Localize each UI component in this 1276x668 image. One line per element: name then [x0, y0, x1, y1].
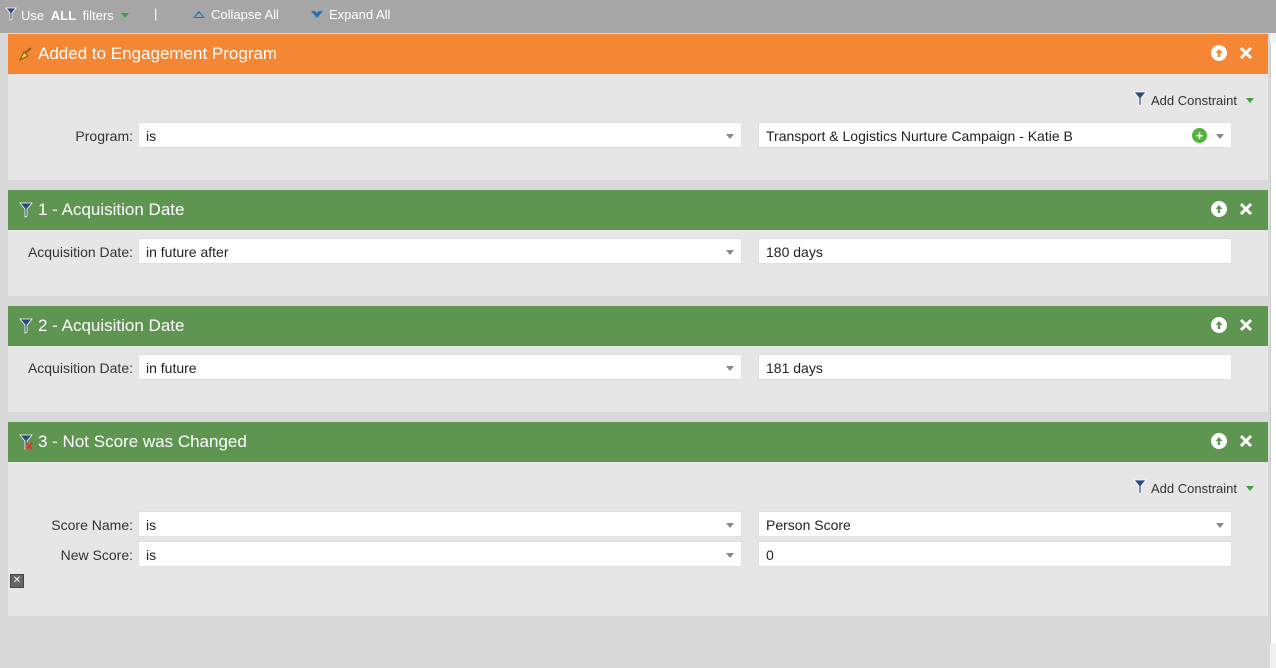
filter-title: 1 - Acquisition Date	[38, 200, 185, 219]
filter-header[interactable]: 2 - Acquisition Date	[8, 306, 1268, 346]
chevron-down-icon	[726, 250, 734, 255]
filter-panel-engagement-program: Added to Engagement Program Add Constrai…	[8, 34, 1268, 180]
add-constraint-label: Add Constraint	[1151, 93, 1237, 108]
remove-filter-button[interactable]	[1238, 201, 1254, 217]
filter-title: 2 - Acquisition Date	[38, 316, 185, 335]
constraint-row: Program: is Transport & Logistics Nurtur…	[8, 122, 1268, 150]
funnel-icon	[1132, 479, 1148, 498]
filter-funnel-icon	[4, 7, 18, 24]
value-text: 181 days	[766, 360, 823, 376]
funnel-icon	[1132, 91, 1148, 110]
value-select[interactable]: Person Score	[758, 511, 1232, 537]
value-text: 0	[766, 547, 774, 563]
constraint-label: Program:	[75, 128, 133, 144]
scrollbar-thumb[interactable]	[1270, 43, 1276, 643]
chevron-down-icon	[726, 553, 734, 558]
chevron-down-icon	[1246, 98, 1254, 103]
constraint-label: New Score:	[60, 547, 133, 563]
operator-value: in future	[146, 360, 197, 376]
remove-filter-button[interactable]	[1238, 433, 1254, 449]
constraint-row: New Score: is 0	[8, 541, 1268, 569]
chevron-down-icon	[1216, 134, 1224, 139]
constraint-row: Acquisition Date: in future 181 days	[8, 354, 1268, 382]
constraint-label: Score Name:	[51, 517, 133, 533]
value-input[interactable]: 0	[758, 541, 1232, 567]
operator-value: is	[146, 547, 157, 563]
move-up-button[interactable]	[1211, 317, 1227, 333]
filter-panel-acquisition-date-2: 2 - Acquisition Date Acquisition Date: i…	[8, 306, 1268, 412]
constraint-row: Acquisition Date: in future after 180 da…	[8, 238, 1268, 266]
trigger-icon	[18, 46, 34, 62]
constraint-label: Acquisition Date:	[27, 360, 133, 376]
operator-select[interactable]: is	[138, 122, 742, 148]
chevron-down-icon	[1246, 486, 1254, 491]
operator-select[interactable]: is	[138, 511, 742, 537]
collapse-icon	[193, 11, 205, 18]
move-up-button[interactable]	[1211, 45, 1227, 61]
remove-filter-button[interactable]	[1238, 317, 1254, 333]
constraint-row: Score Name: is Person Score	[8, 511, 1268, 539]
value-text: Person Score	[766, 517, 851, 533]
constraint-label: Acquisition Date:	[27, 244, 133, 260]
value-input[interactable]: 180 days	[758, 238, 1232, 264]
toolbar-separator: |	[154, 6, 158, 21]
use-all-label: ALL	[50, 8, 77, 23]
filter-header[interactable]: 3 - Not Score was Changed	[8, 422, 1268, 462]
filter-toolbar: Use ALL filters | Collapse All Expand Al…	[0, 0, 1276, 33]
operator-value: is	[146, 128, 157, 144]
operator-value: in future after	[146, 244, 229, 260]
negated-filter-icon	[18, 434, 34, 450]
operator-select[interactable]: in future	[138, 354, 742, 380]
add-constraint-button[interactable]: Add Constraint	[1132, 91, 1254, 110]
remove-filter-button[interactable]	[1238, 45, 1254, 61]
chevron-down-icon	[726, 134, 734, 139]
remove-constraint-icon[interactable]: ✕	[10, 574, 24, 588]
expand-all-button[interactable]: Expand All	[311, 7, 390, 22]
filters-label: filters	[79, 8, 114, 23]
chevron-down-icon	[726, 366, 734, 371]
value-text: Transport & Logistics Nurture Campaign -…	[766, 128, 1073, 144]
filter-header[interactable]: 1 - Acquisition Date	[8, 190, 1268, 230]
use-label: Use	[21, 8, 48, 23]
chevron-down-icon	[1216, 523, 1224, 528]
filter-panel-not-score-changed: 3 - Not Score was Changed Add Constraint…	[8, 422, 1268, 616]
operator-select[interactable]: in future after	[138, 238, 742, 264]
move-up-button[interactable]	[1211, 201, 1227, 217]
filter-header[interactable]: Added to Engagement Program	[8, 34, 1268, 74]
operator-value: is	[146, 517, 157, 533]
move-up-button[interactable]	[1211, 433, 1227, 449]
add-constraint-button[interactable]: Add Constraint	[1132, 479, 1254, 498]
collapse-all-label: Collapse All	[211, 7, 279, 22]
add-value-icon[interactable]: +	[1192, 128, 1207, 143]
chevron-down-icon	[120, 13, 129, 18]
filter-title: 3 - Not Score was Changed	[38, 432, 247, 451]
expand-all-label: Expand All	[329, 7, 391, 22]
value-text: 180 days	[766, 244, 823, 260]
collapse-all-button[interactable]: Collapse All	[193, 7, 279, 22]
use-all-filters-dropdown[interactable]: Use ALL filters	[4, 7, 129, 24]
value-select[interactable]: Transport & Logistics Nurture Campaign -…	[758, 122, 1232, 148]
filter-funnel-icon	[18, 202, 34, 218]
filter-funnel-icon	[18, 318, 34, 334]
add-constraint-label: Add Constraint	[1151, 481, 1237, 496]
filter-panel-acquisition-date-1: 1 - Acquisition Date Acquisition Date: i…	[8, 190, 1268, 296]
value-input[interactable]: 181 days	[758, 354, 1232, 380]
filter-title: Added to Engagement Program	[38, 44, 278, 63]
chevron-down-icon	[726, 523, 734, 528]
vertical-scrollbar[interactable]	[1270, 33, 1276, 668]
operator-select[interactable]: is	[138, 541, 742, 567]
expand-icon	[311, 9, 323, 18]
